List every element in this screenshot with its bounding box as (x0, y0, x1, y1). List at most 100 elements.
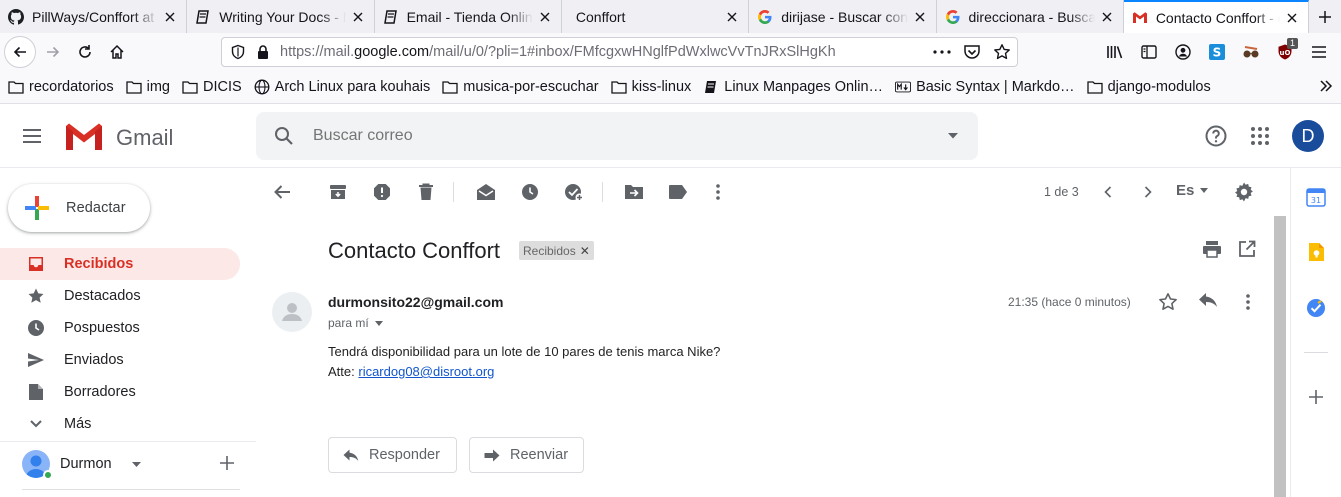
forward-button[interactable] (37, 36, 69, 68)
search-icon[interactable] (272, 124, 296, 148)
bookmark-dicis[interactable]: DICIS (182, 79, 242, 95)
sidebar-item-snoozed[interactable]: Pospuestos (0, 312, 240, 344)
back-button[interactable] (4, 36, 36, 68)
open-menu-button[interactable] (1303, 36, 1335, 68)
extension-s-icon: S (1209, 44, 1225, 60)
browser-tab-pillways[interactable]: PillWays/Conffort at (0, 0, 188, 33)
bookmark-markdown-syntax[interactable]: Basic Syntax | Markdo… (895, 79, 1075, 95)
sidebar-item-inbox[interactable]: Recibidos (0, 248, 240, 280)
star-icon[interactable] (1158, 292, 1178, 312)
google-apps-icon[interactable] (1248, 124, 1272, 148)
close-icon[interactable] (724, 9, 740, 25)
move-to-icon[interactable] (622, 180, 646, 204)
browser-tab-dirijase[interactable]: dirijase - Buscar con (749, 0, 937, 33)
compose-button[interactable]: Redactar (8, 184, 150, 232)
report-spam-icon[interactable] (370, 180, 394, 204)
bookmark-recordatorios[interactable]: recordatorios (8, 79, 114, 95)
message-toolbar: 1 de 3 Es (256, 168, 1274, 216)
caret-down-icon[interactable] (131, 461, 141, 467)
browser-tab-email-tienda[interactable]: Email - Tienda Online (375, 0, 562, 33)
reply-button[interactable]: Responder (328, 437, 457, 473)
extension-button[interactable] (1235, 36, 1267, 68)
keep-icon[interactable] (1304, 240, 1328, 264)
bookmark-star-icon[interactable] (993, 43, 1011, 61)
hangouts-user[interactable]: Durmon (22, 450, 242, 480)
new-tab-button[interactable] (1309, 0, 1341, 33)
extension-button[interactable]: S (1201, 36, 1233, 68)
more-vertical-icon[interactable] (1238, 292, 1258, 312)
back-to-inbox-icon[interactable] (270, 180, 294, 204)
add-to-tasks-icon[interactable] (562, 180, 586, 204)
input-tools-selector[interactable]: Es (1176, 182, 1209, 199)
bookmark-kiss-linux[interactable]: kiss-linux (610, 79, 691, 95)
browser-tab-direccionara[interactable]: direccionara - Buscar (937, 0, 1124, 33)
help-icon[interactable] (1204, 124, 1228, 148)
bookmark-linux-manpages[interactable]: Linux Manpages Onlin… (703, 79, 883, 95)
pocket-icon[interactable] (963, 44, 981, 60)
recipient-details[interactable]: para mí (328, 316, 383, 330)
remove-label-icon[interactable]: ✕ (580, 244, 590, 258)
settings-gear-icon[interactable] (1232, 180, 1256, 204)
delete-icon[interactable] (414, 180, 438, 204)
browser-tab-writing-docs[interactable]: Writing Your Docs - M (187, 0, 375, 33)
library-button[interactable] (1099, 36, 1131, 68)
close-icon[interactable] (912, 9, 928, 25)
browser-tab-conffort[interactable]: Conffort (562, 0, 750, 33)
sidebar-item-sent[interactable]: Enviados (0, 344, 240, 376)
tasks-icon[interactable] (1304, 296, 1328, 320)
folder-icon (125, 79, 142, 95)
archive-icon[interactable] (326, 180, 350, 204)
reply-icon[interactable] (1198, 292, 1218, 308)
search-bar[interactable] (256, 112, 978, 160)
address-bar[interactable]: https://mail.google.com/mail/u/0/?pli=1#… (221, 37, 1018, 67)
bookmark-img[interactable]: img (125, 79, 170, 95)
account-avatar[interactable]: D (1292, 120, 1324, 152)
page-actions-icon[interactable] (933, 50, 951, 54)
close-icon[interactable] (1284, 10, 1300, 26)
arrow-left-icon (13, 46, 26, 58)
add-icon[interactable] (1304, 385, 1328, 409)
snooze-icon[interactable] (518, 180, 542, 204)
sidebar-item-starred[interactable]: Destacados (0, 280, 240, 312)
close-icon[interactable] (537, 9, 553, 25)
add-icon[interactable] (220, 456, 234, 470)
sender-email[interactable]: durmonsito22@gmail.com (328, 294, 503, 310)
chevron-left-icon[interactable] (1096, 180, 1120, 204)
sidebar-item-drafts[interactable]: Borradores (0, 376, 240, 408)
main-menu-icon[interactable] (20, 124, 44, 148)
recipient-text: para mí (328, 316, 369, 330)
bookmark-musica[interactable]: musica-por-escuchar (442, 79, 599, 95)
more-vertical-icon[interactable] (706, 180, 730, 204)
chevron-double-right-icon[interactable] (1319, 79, 1333, 93)
close-icon[interactable] (162, 9, 178, 25)
tracking-shield-icon[interactable] (230, 44, 246, 60)
close-icon[interactable] (350, 9, 366, 25)
gmail-logo-icon[interactable] (64, 122, 104, 152)
reload-button[interactable] (69, 36, 101, 68)
sender-avatar[interactable] (272, 292, 312, 332)
message-scrollbar[interactable] (1274, 216, 1286, 497)
label-chip[interactable]: Recibidos ✕ (519, 241, 594, 260)
home-button[interactable] (101, 36, 133, 68)
label-icon[interactable] (666, 180, 690, 204)
lock-icon[interactable] (256, 44, 270, 60)
print-icon[interactable] (1202, 240, 1222, 258)
ublock-button[interactable]: uO 1 (1269, 36, 1301, 68)
mark-unread-icon[interactable] (474, 180, 498, 204)
scrollbar-thumb[interactable] (1274, 216, 1286, 497)
chevron-right-icon[interactable] (1136, 180, 1160, 204)
search-options-caret-icon[interactable] (948, 133, 958, 139)
bookmark-django-modulos[interactable]: django-modulos (1086, 79, 1211, 95)
browser-tab-contacto-conffort[interactable]: Contacto Conffort - d (1123, 0, 1310, 33)
open-new-window-icon[interactable] (1238, 240, 1256, 258)
search-input[interactable] (313, 127, 948, 145)
sidebar-item-more[interactable]: Más (0, 408, 240, 440)
account-button[interactable] (1167, 36, 1199, 68)
calendar-icon[interactable]: 31 (1304, 185, 1328, 209)
email-link[interactable]: ricardog08@disroot.org (358, 364, 494, 379)
sidebar-button[interactable] (1133, 36, 1165, 68)
reload-icon (79, 45, 91, 58)
close-icon[interactable] (1099, 9, 1115, 25)
forward-button[interactable]: Reenviar (469, 437, 584, 473)
bookmark-arch-linux[interactable]: Arch Linux para kouhais (254, 79, 430, 95)
